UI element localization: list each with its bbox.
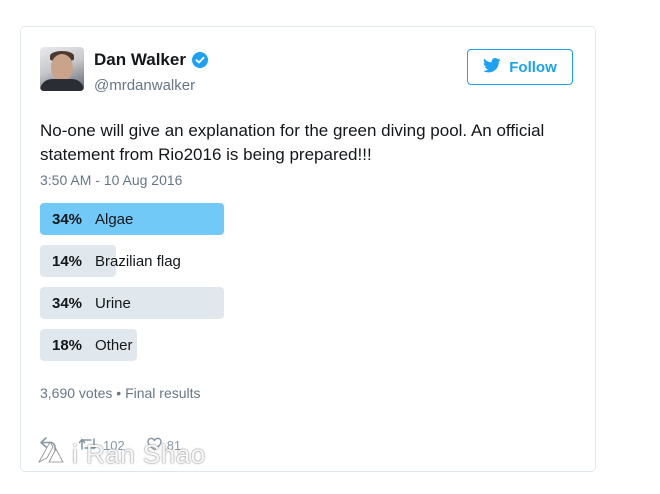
poll-percent: 18% [52, 336, 83, 354]
poll-option: 18% Other [40, 329, 580, 361]
poll-label: Other [95, 336, 133, 354]
poll-percent: 14% [52, 252, 83, 270]
poll: 34% Algae 14% Brazilian flag 34% Urine 1… [40, 203, 580, 371]
tweet-card: Dan Walker @mrdanwalker Follow No-one wi… [20, 26, 596, 472]
poll-option: 34% Algae [40, 203, 580, 235]
follow-button-label: Follow [509, 58, 557, 76]
poll-label: Urine [95, 294, 131, 312]
display-name[interactable]: Dan Walker [94, 50, 186, 70]
twitter-bird-icon [483, 57, 501, 77]
follow-button[interactable]: Follow [467, 49, 573, 85]
user-name-row: Dan Walker [94, 50, 208, 70]
poll-percent: 34% [52, 210, 83, 228]
verified-badge-icon [191, 52, 208, 68]
watermark: i Ran Shao [36, 436, 206, 473]
watermark-logo-icon [36, 436, 66, 473]
poll-summary: 3,690 votes • Final results [40, 385, 201, 401]
user-handle[interactable]: @mrdanwalker [94, 77, 195, 94]
poll-percent: 34% [52, 294, 83, 312]
avatar[interactable] [40, 47, 84, 91]
poll-option: 14% Brazilian flag [40, 245, 580, 277]
poll-option: 34% Urine [40, 287, 580, 319]
watermark-text: i Ran Shao [72, 439, 206, 469]
poll-label: Brazilian flag [95, 252, 181, 270]
poll-label: Algae [95, 210, 134, 228]
tweet-timestamp[interactable]: 3:50 AM - 10 Aug 2016 [40, 172, 182, 188]
tweet-text: No-one will give an explanation for the … [40, 121, 545, 164]
